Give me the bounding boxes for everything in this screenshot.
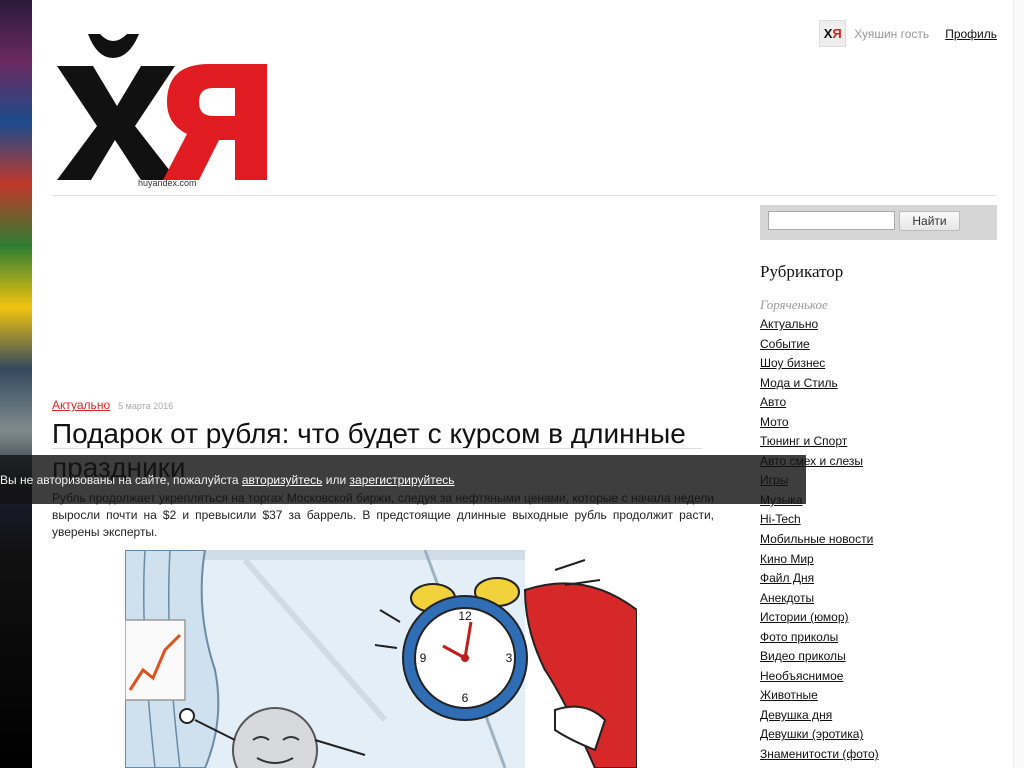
auth-notice-middle: или: [322, 473, 350, 487]
logo-url-caption: huyandex.com: [138, 178, 197, 188]
user-avatar-icon[interactable]: ХЯ: [819, 20, 847, 47]
list-item: Девушки (эротика): [760, 727, 879, 747]
auth-notice-text: Вы не авторизованы на сайте, пожалуйста …: [0, 473, 455, 487]
list-item: Мода и Стиль: [760, 376, 879, 396]
avatar-letter-red: Я: [832, 26, 842, 41]
profile-link[interactable]: Профиль: [945, 27, 997, 41]
auth-notice-before: Вы не авторизованы на сайте, пожалуйста: [0, 473, 242, 487]
rubric-link[interactable]: Животные: [760, 688, 818, 702]
svg-text:3: 3: [506, 651, 513, 665]
list-item: Девушка дня: [760, 708, 879, 728]
site-logo[interactable]: huyandex.com: [55, 28, 270, 193]
rubric-link[interactable]: Необъяснимое: [760, 669, 843, 683]
rubric-link[interactable]: Девушка дня: [760, 708, 832, 722]
rubric-link[interactable]: Авто: [760, 395, 786, 409]
rubricator-hot-label: Горяченькое: [760, 297, 828, 312]
rubricator-list: Актуально Событие Шоу бизнес Мода и Стил…: [760, 317, 879, 767]
search-box: Найти: [760, 205, 997, 240]
list-item: Тюнинг и Спорт: [760, 434, 879, 454]
alarm-clock-ruble-illustration-icon: 12 3 6 9: [125, 550, 637, 768]
list-item: Игры: [760, 473, 879, 493]
rubric-link[interactable]: Тюнинг и Спорт: [760, 434, 847, 448]
list-item: Анекдоты: [760, 591, 879, 611]
list-item: Кино Мир: [760, 552, 879, 572]
list-item: Актуально: [760, 317, 879, 337]
article-date: 5 марта 2016: [118, 401, 174, 411]
svg-text:9: 9: [420, 651, 427, 665]
list-item: Файл Дня: [760, 571, 879, 591]
rubric-link[interactable]: Знаменитости (фото): [760, 747, 879, 761]
list-item: Событие: [760, 337, 879, 357]
list-item: Мобильные новости: [760, 532, 879, 552]
rubricator-title: Рубрикатор: [760, 262, 844, 281]
rubric-link[interactable]: Файл Дня: [760, 571, 814, 585]
rubric-link[interactable]: Видео приколы: [760, 649, 846, 663]
login-link[interactable]: авторизуйтесь: [242, 473, 323, 487]
list-item: Hi-Tech: [760, 512, 879, 532]
rubric-link[interactable]: Фото приколы: [760, 630, 838, 644]
list-item: Фото приколы: [760, 630, 879, 650]
register-link[interactable]: зарегистрируйтесь: [350, 473, 455, 487]
user-bar: ХЯ Хуяшин гость Профиль: [819, 20, 997, 47]
rubric-link[interactable]: Мото: [760, 415, 789, 429]
list-item: Необъяснимое: [760, 669, 879, 689]
list-item: Животные: [760, 688, 879, 708]
list-item: Авто: [760, 395, 879, 415]
side-banner-strip[interactable]: [0, 0, 32, 768]
rubric-link[interactable]: Мода и Стиль: [760, 376, 838, 390]
rubric-link[interactable]: Актуально: [760, 317, 818, 331]
list-item: Знаменитости (фото): [760, 747, 879, 767]
svg-text:6: 6: [462, 691, 469, 705]
right-scroll-edge: [1013, 0, 1024, 768]
list-item: Музыка: [760, 493, 879, 513]
rubric-link[interactable]: Авто смех и слезы: [760, 454, 863, 468]
search-button[interactable]: Найти: [899, 211, 960, 231]
rubric-link[interactable]: Hi-Tech: [760, 512, 801, 526]
article-meta: Актуально 5 марта 2016: [52, 398, 173, 412]
rubric-link[interactable]: Анекдоты: [760, 591, 814, 605]
list-item: Авто смех и слезы: [760, 454, 879, 474]
guest-label: Хуяшин гость: [854, 26, 930, 41]
rubric-link[interactable]: Игры: [760, 473, 788, 487]
svg-text:12: 12: [458, 609, 472, 623]
list-item: Шоу бизнес: [760, 356, 879, 376]
article-category-link[interactable]: Актуально: [52, 398, 110, 412]
article-illustration[interactable]: 12 3 6 9: [125, 550, 637, 768]
rubric-link[interactable]: Музыка: [760, 493, 802, 507]
rubric-link[interactable]: Истории (юмор): [760, 610, 849, 624]
search-input[interactable]: [768, 211, 895, 230]
rubric-link[interactable]: Событие: [760, 337, 810, 351]
rubric-link[interactable]: Кино Мир: [760, 552, 814, 566]
title-underline: [52, 448, 702, 449]
rubric-link[interactable]: Шоу бизнес: [760, 356, 825, 370]
rubric-link[interactable]: Мобильные новости: [760, 532, 873, 546]
rubric-link[interactable]: Девушки (эротика): [760, 727, 863, 741]
auth-notice-overlay: Вы не авторизованы на сайте, пожалуйста …: [0, 455, 806, 504]
list-item: Истории (юмор): [760, 610, 879, 630]
header-divider: [52, 195, 997, 196]
list-item: Видео приколы: [760, 649, 879, 669]
logo-icon: [57, 34, 267, 180]
avatar-letter-black: Х: [823, 26, 833, 41]
list-item: Мото: [760, 415, 879, 435]
